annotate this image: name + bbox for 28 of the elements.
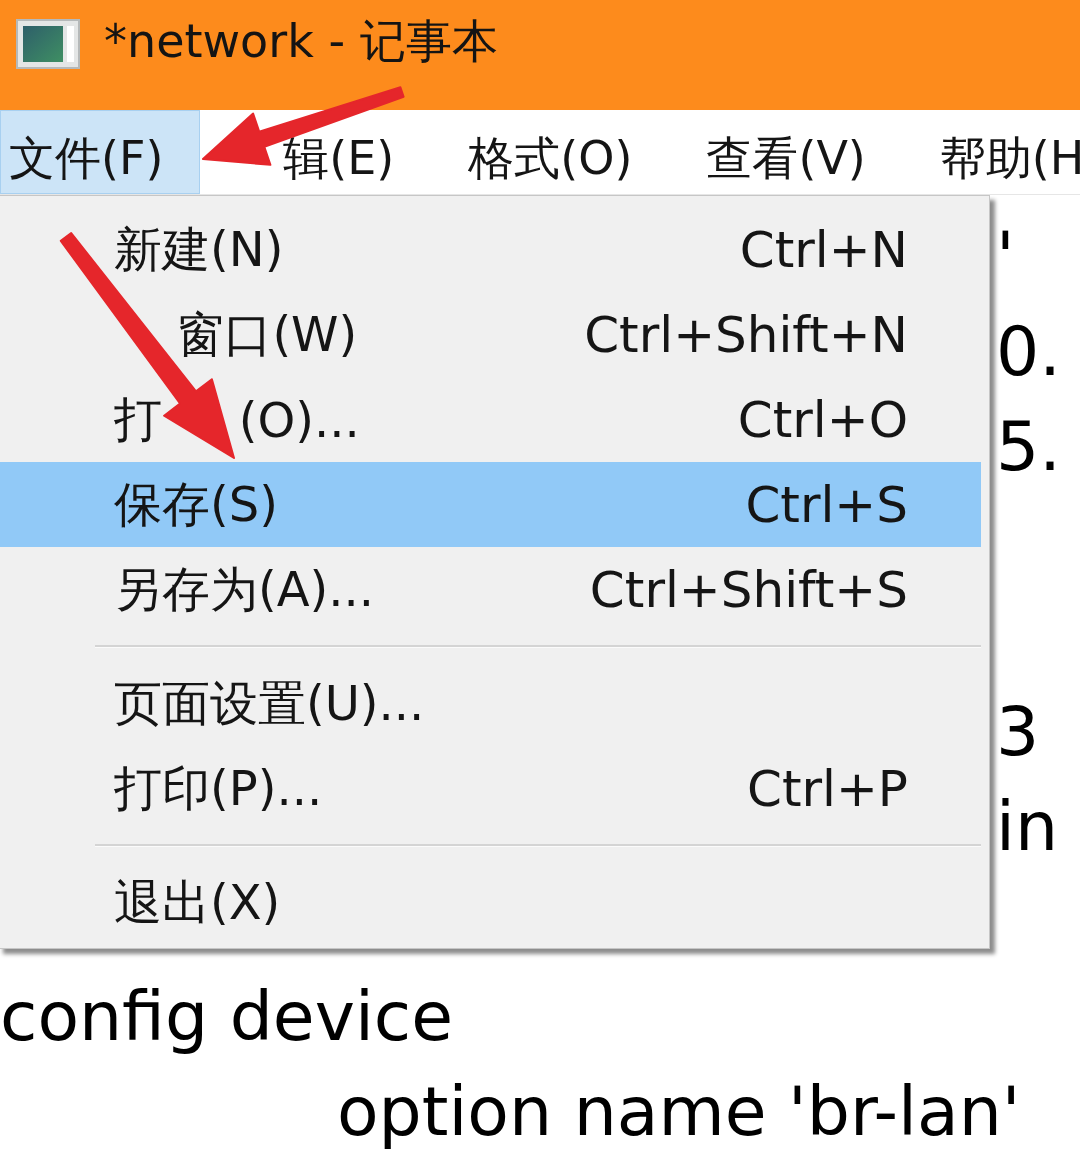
keyboard-shortcut: Ctrl+Shift+S: [589, 560, 908, 619]
menu-item[interactable]: 新建(N) Ctrl+N: [0, 207, 981, 292]
keyboard-shortcut: Ctrl+S: [745, 475, 908, 534]
keyboard-shortcut: Ctrl+N: [739, 220, 908, 279]
menu-item[interactable]: 打印(P)... Ctrl+P: [0, 746, 981, 831]
menu-bar-item[interactable]: 帮助(H: [902, 110, 1080, 194]
menu-bar-item[interactable]: 文件(F): [0, 110, 201, 194]
menu-item[interactable]: 保存(S) Ctrl+S: [0, 462, 981, 547]
text-line: 5.: [996, 407, 1061, 486]
text-line: config device: [0, 977, 454, 1056]
app-icon: [16, 19, 80, 69]
menu-item[interactable]: 另存为(A)... Ctrl+Shift+S: [0, 547, 981, 632]
keyboard-shortcut: Ctrl+Shift+N: [584, 305, 908, 364]
text-line: ': [996, 217, 1015, 296]
text-line: 0.: [996, 312, 1061, 391]
keyboard-shortcut: Ctrl+O: [737, 390, 908, 449]
menu-bar-item[interactable]: 格式(O): [431, 110, 670, 194]
menu-item[interactable]: 页面设置(U)...: [0, 661, 981, 746]
text-line: option name 'br-lan': [337, 1072, 1021, 1151]
menu-bar-item[interactable]: 辑(E): [200, 110, 432, 194]
menu-item[interactable]: 窗口(W) Ctrl+Shift+N: [0, 292, 981, 377]
menu-item[interactable]: 打 (O)... Ctrl+O: [0, 377, 981, 462]
window-title: *network - 记事本: [104, 15, 498, 67]
text-line: in: [996, 787, 1058, 866]
menu-bar-item[interactable]: 查看(V): [669, 110, 903, 194]
menu-item[interactable]: 退出(X): [0, 860, 981, 945]
keyboard-shortcut: Ctrl+P: [747, 759, 908, 818]
text-line: 3: [996, 692, 1040, 771]
